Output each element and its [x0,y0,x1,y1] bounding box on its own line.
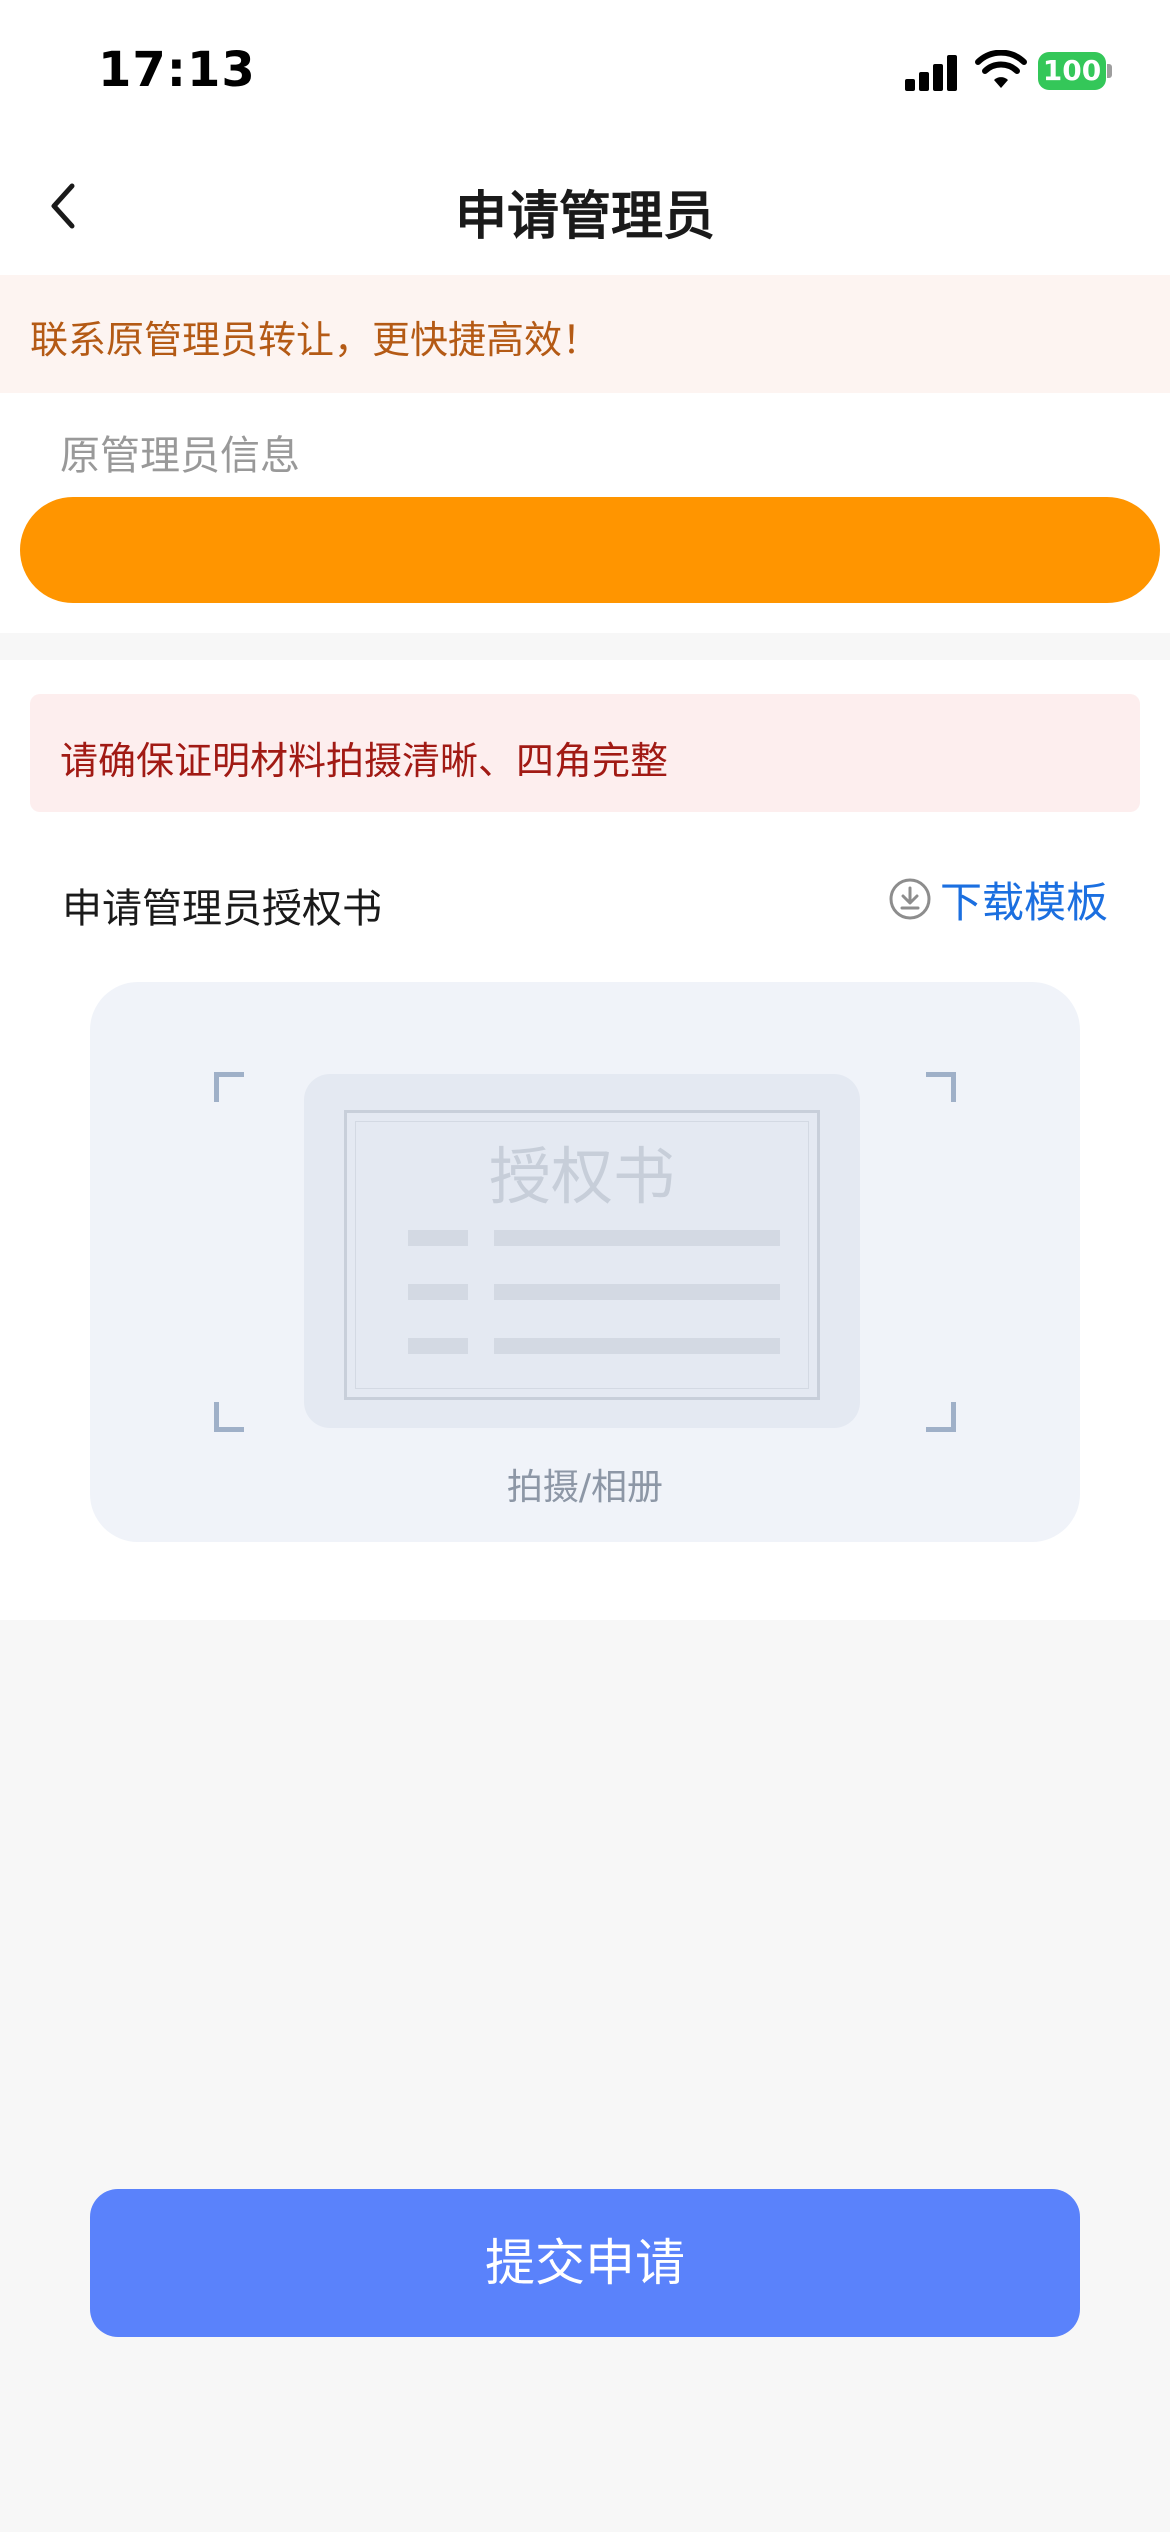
original-admin-field[interactable] [20,497,1160,603]
warning-box: 请确保证明材料拍摄清晰、四角完整 [30,694,1140,812]
upload-caption: 拍摄/相册 [506,1467,664,1508]
tip-banner: 联系原管理员转让，更快捷高效！ [0,275,1170,393]
original-admin-label: 原管理员信息 [60,433,300,479]
battery-level: 100 [1038,52,1106,90]
corner-marker [926,1402,956,1432]
download-template-link[interactable]: 下载模板 [888,872,1108,927]
page: 17:13 100 申请管理员 联系原管理员转让，更快捷高效！ 原管理员信息 请… [0,0,1170,2532]
upload-card[interactable]: 授权书 拍摄/相册 [90,982,1080,1542]
download-template-label: 下载模板 [939,877,1108,927]
download-icon [889,878,931,920]
authorization-label: 申请管理员授权书 [62,886,382,932]
battery-icon: 100 [1038,52,1112,90]
corner-marker [214,1072,244,1102]
wifi-icon [975,50,1027,88]
page-title: 申请管理员 [454,187,715,247]
corner-marker [926,1072,956,1102]
signal-icon [905,55,959,91]
tip-banner-text: 联系原管理员转让，更快捷高效！ [30,318,601,362]
original-admin-section: 原管理员信息 [0,393,1170,633]
document-placeholder: 授权书 [304,1074,860,1428]
corner-marker [214,1402,244,1432]
submit-button[interactable]: 提交申请 [90,2189,1080,2337]
warning-text: 请确保证明材料拍摄清晰、四角完整 [60,739,669,783]
nav-bar: 申请管理员 [0,140,1170,275]
status-time: 17:13 [98,42,256,98]
status-bar: 17:13 100 [0,0,1170,140]
placeholder-title: 授权书 [488,1140,675,1213]
upload-section: 请确保证明材料拍摄清晰、四角完整 申请管理员授权书 下载模板 授权书 拍摄/相册 [0,660,1170,1620]
